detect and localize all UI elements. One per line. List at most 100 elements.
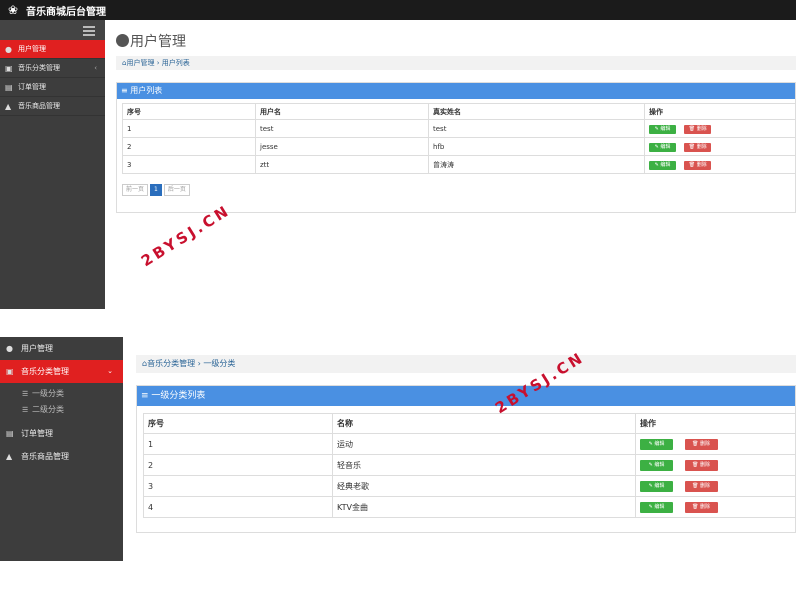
category-table: 序号 名称 操作 1 运动 ✎ 编辑 🗑 删除 2 轻音乐 ✎ 编辑 🗑 删除 …	[143, 413, 796, 518]
panel-heading: ≡ 一级分类列表	[137, 386, 795, 406]
edit-button[interactable]: ✎ 编辑	[649, 142, 676, 152]
table-row: 2 轻音乐 ✎ 编辑 🗑 删除	[143, 454, 796, 476]
cell-actions: ✎ 编辑 🗑 删除	[635, 433, 796, 455]
cell-username: ztt	[255, 155, 429, 174]
breadcrumb-home[interactable]: 音乐分类管理	[147, 359, 195, 368]
delete-button[interactable]: 🗑 删除	[684, 460, 718, 471]
edit-button[interactable]: ✎ 编辑	[649, 160, 676, 170]
edit-button[interactable]: ✎ 编辑	[640, 439, 673, 450]
cell-actions: ✎ 编辑 🗑 删除	[635, 496, 796, 518]
user-circle-icon: ●	[6, 344, 13, 353]
category-list-panel: ≡ 一级分类列表 序号 名称 操作 1 运动 ✎ 编辑 🗑 删除 2 轻音乐 ✎…	[136, 385, 796, 533]
file-icon: ▤	[6, 429, 14, 438]
column-header: 操作	[635, 413, 796, 434]
sidebar-item-label: 音乐分类管理	[18, 64, 60, 72]
breadcrumb-current[interactable]: 一级分类	[203, 359, 235, 368]
prev-page-button[interactable]: 前一页	[122, 184, 149, 196]
column-header: 名称	[332, 413, 636, 434]
sidebar: ● 用户管理 ▣ 音乐分类管理 ⌄ ☰ 一级分类 ☰ 二级分类 ▤ 订单管理 ▲…	[0, 337, 123, 561]
cell-name: 经典老歌	[332, 475, 636, 497]
delete-button[interactable]: 🗑 删除	[684, 142, 712, 152]
app-title: 音乐商城后台管理	[26, 7, 106, 18]
app-logo-icon: ❀	[8, 3, 19, 17]
sidebar-item-music-category[interactable]: ▣ 音乐分类管理 ‹	[0, 59, 105, 78]
main-content: 用户管理 ⌂用户管理 › 用户列表 ≡ 用户列表 序号 用户名 真实姓名 操作 …	[106, 20, 796, 220]
sidebar-subitem-level1[interactable]: ☰ 一级分类	[0, 386, 123, 402]
panel-heading: ≡ 用户列表	[117, 83, 795, 99]
breadcrumb-separator: ›	[156, 59, 160, 67]
next-page-button[interactable]: 后一页	[163, 184, 190, 196]
cell-username: test	[255, 119, 429, 138]
cell-actions: ✎ 编辑 🗑 删除	[644, 137, 796, 156]
cell-actions: ✎ 编辑 🗑 删除	[644, 119, 796, 138]
table-row: 4 KTV金曲 ✎ 编辑 🗑 删除	[143, 496, 796, 518]
store-icon: ▲	[5, 102, 12, 111]
cell-actions: ✎ 编辑 🗑 删除	[635, 475, 796, 497]
sidebar-item-users[interactable]: ● 用户管理	[0, 337, 123, 360]
table-header-row: 序号 名称 操作	[143, 413, 796, 434]
cell-name: 运动	[332, 433, 636, 455]
store-icon: ▲	[6, 452, 13, 461]
column-header: 序号	[122, 103, 256, 120]
sidebar-item-orders[interactable]: ▤ 订单管理	[0, 78, 105, 97]
menu-toggle-icon[interactable]	[83, 26, 95, 38]
cell-username: jesse	[255, 137, 429, 156]
column-header: 操作	[644, 103, 796, 120]
chevron-left-icon: ‹	[94, 64, 97, 72]
cell-name: 轻音乐	[332, 454, 636, 476]
edit-button[interactable]: ✎ 编辑	[649, 124, 676, 134]
edit-button[interactable]: ✎ 编辑	[640, 502, 673, 513]
sidebar: ● 用户管理 ▣ 音乐分类管理 ‹ ▤ 订单管理 ▲ 音乐商品管理	[0, 20, 105, 309]
category-icon: ▣	[5, 64, 13, 73]
cell-id: 3	[122, 155, 256, 174]
cell-id: 4	[143, 496, 333, 518]
delete-button[interactable]: 🗑 删除	[684, 160, 712, 170]
breadcrumb: ⌂用户管理 › 用户列表	[116, 56, 796, 70]
cell-realname: 曾涛涛	[428, 155, 645, 174]
sidebar-item-products[interactable]: ▲ 音乐商品管理	[0, 445, 123, 468]
column-header: 真实姓名	[428, 103, 645, 120]
list-icon: ≡	[141, 391, 149, 401]
breadcrumb-home[interactable]: 用户管理	[126, 59, 154, 67]
table-row: 3 ztt 曾涛涛 ✎ 编辑 🗑 删除	[122, 155, 796, 174]
table-row: 1 运动 ✎ 编辑 🗑 删除	[143, 433, 796, 455]
cell-actions: ✎ 编辑 🗑 删除	[644, 155, 796, 174]
column-header: 序号	[143, 413, 333, 434]
delete-button[interactable]: 🗑 删除	[684, 481, 718, 492]
cell-id: 1	[122, 119, 256, 138]
cell-id: 3	[143, 475, 333, 497]
breadcrumb-current[interactable]: 用户列表	[162, 59, 190, 67]
table-row: 1 test test ✎ 编辑 🗑 删除	[122, 119, 796, 138]
list-icon: ☰	[22, 406, 29, 414]
sidebar-item-users[interactable]: ● 用户管理	[0, 40, 105, 59]
delete-button[interactable]: 🗑 删除	[684, 124, 712, 134]
table-row: 2 jesse hfb ✎ 编辑 🗑 删除	[122, 137, 796, 156]
delete-button[interactable]: 🗑 删除	[684, 502, 718, 513]
column-header: 用户名	[255, 103, 429, 120]
sidebar-item-label: 订单管理	[18, 83, 46, 91]
sidebar-item-products[interactable]: ▲ 音乐商品管理	[0, 97, 105, 116]
delete-button[interactable]: 🗑 删除	[684, 439, 718, 450]
cell-realname: test	[428, 119, 645, 138]
edit-button[interactable]: ✎ 编辑	[640, 460, 673, 471]
file-icon: ▤	[5, 83, 13, 92]
user-circle-icon: ●	[5, 45, 12, 54]
table-header-row: 序号 用户名 真实姓名 操作	[122, 103, 796, 120]
sidebar-item-orders[interactable]: ▤ 订单管理	[0, 422, 123, 445]
sidebar-item-label: 用户管理	[18, 45, 46, 53]
list-icon: ≡	[121, 86, 128, 95]
sidebar-subitem-level2[interactable]: ☰ 二级分类	[0, 402, 123, 418]
category-icon: ▣	[6, 367, 14, 376]
user-list-panel: ≡ 用户列表 序号 用户名 真实姓名 操作 1 test test ✎ 编辑 🗑…	[116, 82, 796, 213]
page-title: 用户管理	[116, 31, 186, 51]
sidebar-header	[0, 20, 105, 40]
sidebar-item-music-category[interactable]: ▣ 音乐分类管理 ⌄	[0, 360, 123, 383]
cell-id: 1	[143, 433, 333, 455]
page-number-button[interactable]: 1	[150, 184, 162, 196]
sidebar-item-label: 音乐商品管理	[18, 102, 60, 110]
table-row: 3 经典老歌 ✎ 编辑 🗑 删除	[143, 475, 796, 497]
user-circle-icon	[116, 34, 129, 47]
edit-button[interactable]: ✎ 编辑	[640, 481, 673, 492]
cell-actions: ✎ 编辑 🗑 删除	[635, 454, 796, 476]
chevron-down-icon: ⌄	[107, 367, 113, 375]
